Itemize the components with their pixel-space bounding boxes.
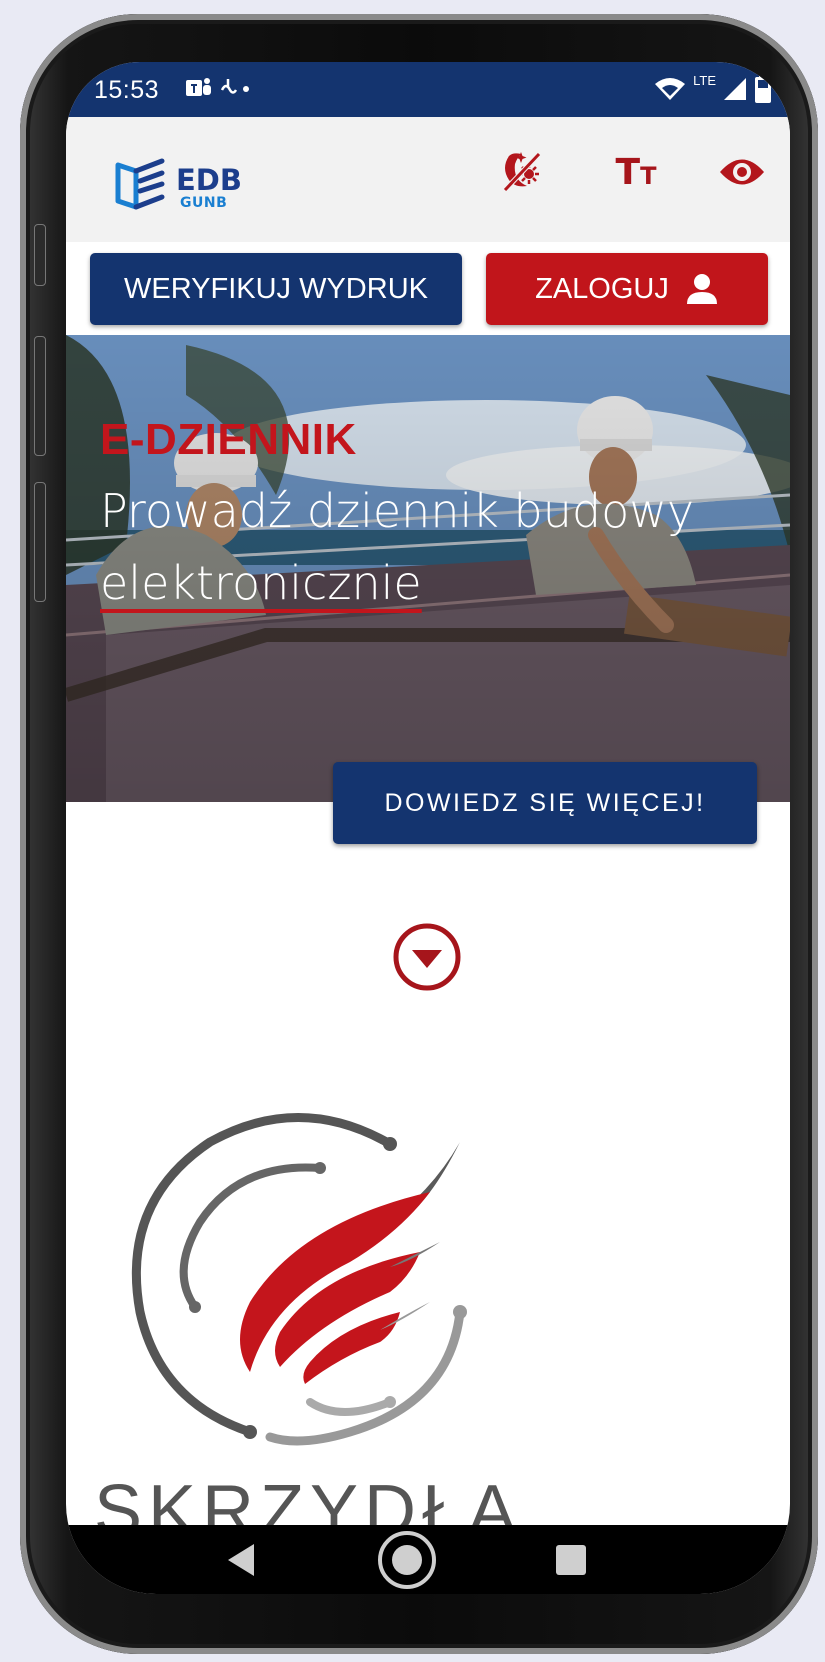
teams-icon [186,78,249,96]
text-size-button[interactable]: TT [606,147,666,197]
status-indicators: LTE [653,72,772,106]
user-icon [686,274,717,304]
status-bar: 15:53 LTE [66,62,790,117]
signal-icon [724,78,746,100]
status-time: 15:53 [94,76,160,104]
contrast-icon [503,152,541,192]
recents-icon [556,1544,586,1575]
phone-screen: 15:53 LTE EDB GUNB T T WERYFIKUJ WYDRUK … [66,62,790,1594]
login-button[interactable]: ZALOGUJ [486,253,768,325]
logo-title: EDB [176,163,242,197]
edb-logo[interactable]: EDB GUNB [114,157,254,217]
android-nav-bar [66,1525,790,1594]
verify-printout-label: WERYFIKUJ WYDRUK [124,272,428,305]
scroll-down-button[interactable] [392,922,462,992]
phone-button [34,224,46,286]
nav-home-button[interactable] [372,1525,442,1594]
volume-down-button [34,482,46,602]
chevron-down-circle-icon [393,923,461,991]
text-size-icon-small: T [640,162,657,190]
skrzydla-logo [131,1113,467,1446]
wifi-icon [655,78,686,100]
status-app-icons [184,74,256,111]
visibility-icon [720,159,764,185]
battery-icon [755,74,771,103]
hero-kicker: E-DZIENNIK [100,415,357,464]
back-icon [228,1543,254,1576]
contrast-toggle-button[interactable] [496,147,546,197]
text-size-icon: T [615,151,641,193]
verify-printout-button[interactable]: WERYFIKUJ WYDRUK [90,253,462,325]
network-type: LTE [693,72,716,88]
logo-subtitle: GUNB [180,195,228,211]
hero-title: Prowadź dziennik budowy elektronicznie [100,475,780,619]
nav-back-button[interactable] [206,1525,276,1594]
hero-banner: E-DZIENNIK Prowadź dziennik budowy elekt… [66,335,790,802]
home-icon [378,1530,436,1589]
hero-title-line1: Prowadź dziennik budowy [100,484,695,538]
book-logo-icon [115,158,165,210]
learn-more-label: DOWIEDZ SIĘ WIĘCEJ! [384,788,706,817]
login-label: ZALOGUJ [535,272,669,305]
visibility-button[interactable] [714,147,770,197]
learn-more-button[interactable]: DOWIEDZ SIĘ WIĘCEJ! [333,762,757,844]
nav-recents-button[interactable] [536,1525,606,1594]
app-header: EDB GUNB TT [66,117,790,242]
volume-up-button [34,336,46,456]
hero-title-line2: elektronicznie [100,556,422,610]
